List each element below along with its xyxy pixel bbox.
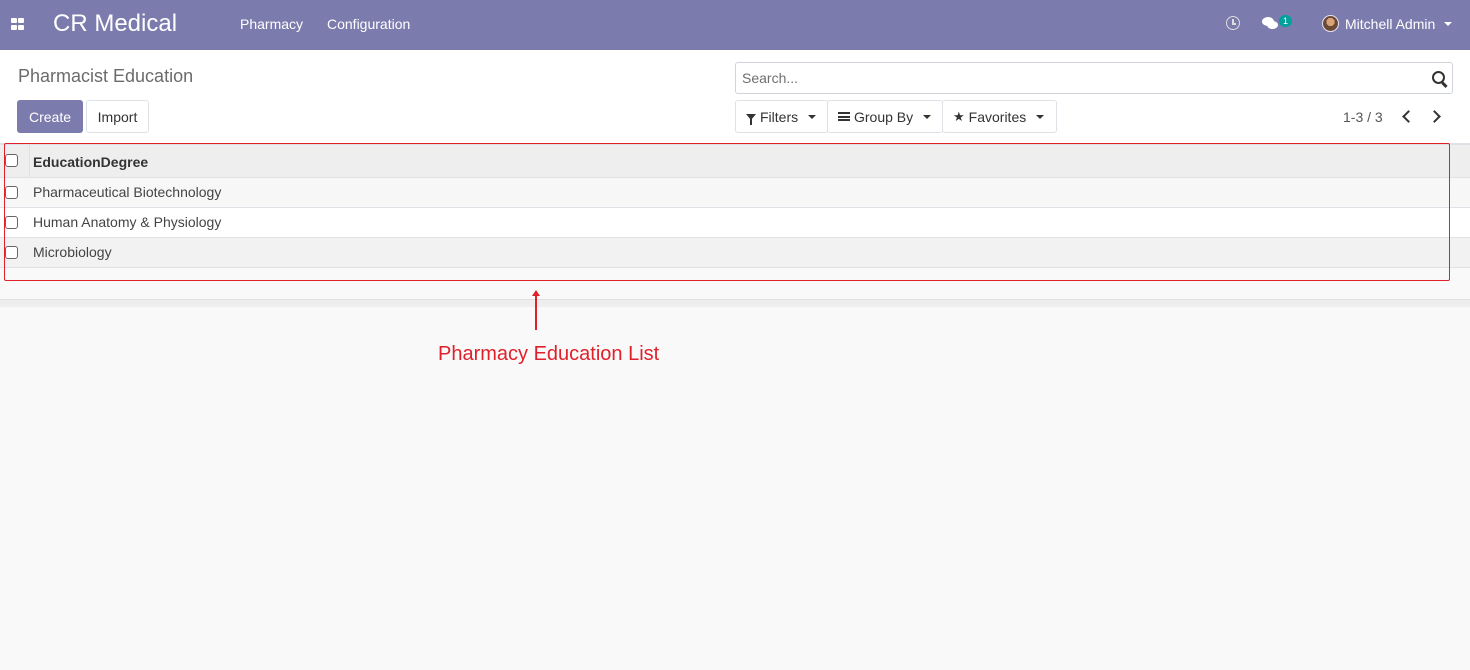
user-menu[interactable]: Mitchell Admin [1345, 16, 1435, 32]
list-footer [0, 299, 1470, 307]
top-navbar: CR Medical Pharmacy Configuration 1 Mitc… [0, 0, 1470, 50]
star-icon: ★ [953, 109, 965, 124]
menu-item-configuration[interactable]: Configuration [327, 16, 410, 32]
create-button[interactable]: Create [17, 100, 83, 133]
import-button[interactable]: Import [86, 100, 149, 133]
chat-icon[interactable] [1262, 17, 1278, 29]
search-icon[interactable] [1432, 71, 1445, 84]
search-input[interactable] [736, 63, 1416, 93]
favorites-button[interactable]: ★ Favorites [942, 100, 1057, 133]
menu-item-pharmacy[interactable]: Pharmacy [240, 16, 303, 32]
group-by-icon [838, 112, 850, 121]
filters-label: Filters [760, 108, 799, 125]
chevron-left-icon[interactable] [1401, 111, 1411, 121]
chevron-down-icon [1036, 114, 1045, 119]
chat-badge: 1 [1279, 15, 1293, 27]
clock-icon[interactable] [1226, 16, 1240, 30]
user-avatar[interactable] [1322, 15, 1339, 32]
arrow-up-icon [532, 290, 540, 330]
search-bar [735, 62, 1453, 94]
chevron-down-icon [808, 114, 817, 119]
chevron-right-icon[interactable] [1430, 111, 1440, 121]
page-title: Pharmacist Education [18, 66, 194, 86]
brand-name[interactable]: CR Medical [53, 10, 177, 38]
chevron-down-icon[interactable] [1444, 22, 1452, 26]
favorites-label: Favorites [968, 108, 1027, 125]
annotation-label: Pharmacy Education List [438, 343, 660, 365]
chevron-down-icon [923, 114, 932, 119]
pager-value[interactable]: 1-3 / 3 [1343, 109, 1383, 125]
apps-grid-icon[interactable] [11, 18, 24, 30]
filter-icon [746, 113, 756, 125]
group-by-button[interactable]: Group By [827, 100, 943, 133]
highlight-box [4, 143, 1450, 281]
filters-button[interactable]: Filters [735, 100, 828, 133]
group-by-label: Group By [854, 108, 914, 125]
control-panel: Pharmacist Education Create Import Filte… [0, 50, 1470, 144]
